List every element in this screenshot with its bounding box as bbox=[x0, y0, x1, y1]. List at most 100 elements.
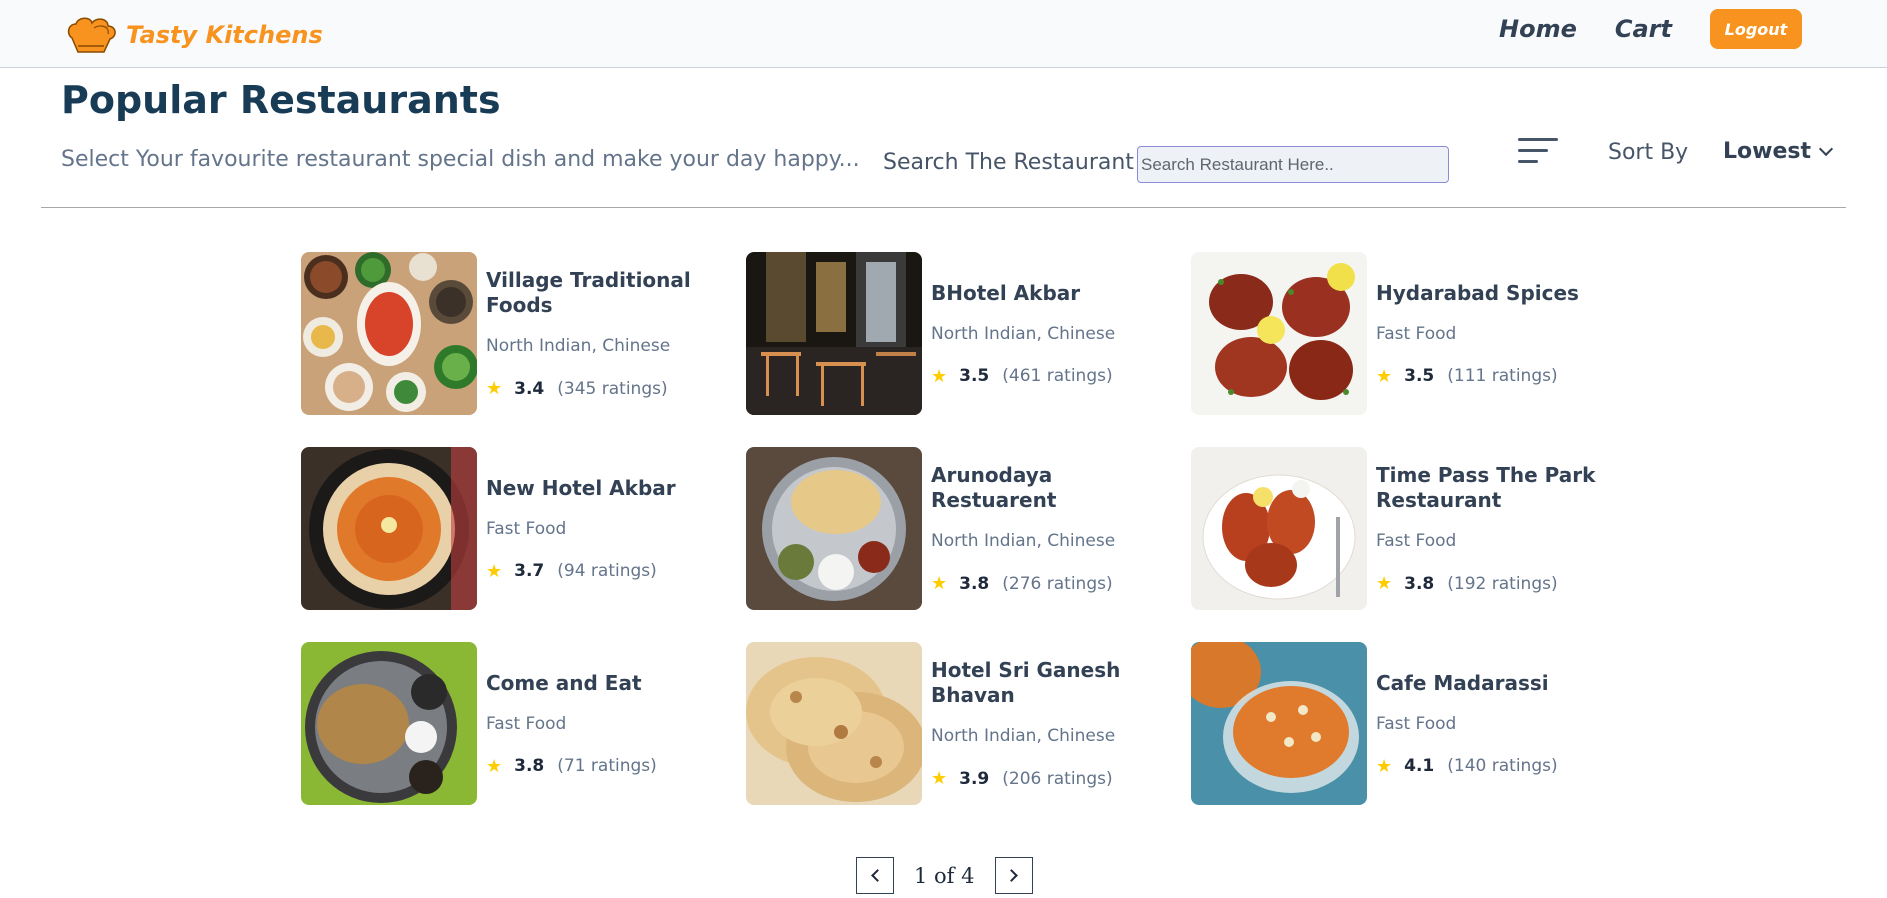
rating-value: 3.5 bbox=[1404, 366, 1435, 386]
restaurant-name: Hotel Sri Ganesh Bhavan bbox=[931, 658, 1121, 707]
restaurant-name: Cafe Madarassi bbox=[1376, 670, 1549, 695]
rating-value: 3.9 bbox=[959, 768, 990, 789]
rating-count: (206 ratings) bbox=[1002, 768, 1113, 789]
page-indicator: 1 of 4 bbox=[914, 863, 975, 888]
chevron-left-icon bbox=[870, 869, 884, 882]
star-icon: ★ bbox=[1376, 755, 1393, 777]
restaurant-name: Come and Eat bbox=[486, 670, 642, 695]
brand-logo[interactable]: Tasty Kitchens bbox=[64, 14, 323, 56]
restaurant-info: New Hotel Akbar Fast Food ★ 3.7 (94 rati… bbox=[486, 447, 721, 610]
star-icon: ★ bbox=[931, 768, 948, 789]
restaurant-name: Time Pass The Park Restaurant bbox=[1376, 463, 1596, 512]
restaurant-info: Arunodaya Restuarent North Indian, Chine… bbox=[931, 447, 1166, 610]
restaurant-name: Village Traditional Foods bbox=[486, 268, 691, 317]
restaurant-info: Hydarabad Spices Fast Food ★ 3.5 (111 ra… bbox=[1376, 252, 1611, 415]
rating-count: (192 ratings) bbox=[1447, 573, 1558, 594]
rating-value: 3.8 bbox=[959, 573, 990, 594]
star-icon: ★ bbox=[1376, 573, 1393, 594]
sort-by-label: Sort By bbox=[1608, 140, 1689, 165]
rating-count: (111 ratings) bbox=[1447, 366, 1558, 386]
restaurant-name: BHotel Akbar bbox=[931, 280, 1081, 305]
restaurant-card[interactable]: Cafe Madarassi Fast Food ★ 4.1 (140 rati… bbox=[1191, 642, 1611, 805]
sort-icon[interactable] bbox=[1518, 136, 1560, 166]
nav-links: Home Cart Logout bbox=[1499, 9, 1802, 49]
prev-page-button[interactable] bbox=[856, 857, 894, 894]
chef-hat-icon bbox=[67, 17, 116, 53]
rating-count: (94 ratings) bbox=[557, 561, 657, 581]
rating-count: (461 ratings) bbox=[1002, 366, 1113, 386]
star-icon: ★ bbox=[1376, 365, 1393, 387]
restaurant-image bbox=[301, 447, 477, 610]
rating-value: 3.8 bbox=[1404, 573, 1435, 594]
sort-value: Lowest bbox=[1723, 139, 1811, 164]
restaurant-card[interactable]: Time Pass The Park Restaurant Fast Food … bbox=[1191, 447, 1611, 610]
restaurant-image bbox=[1191, 447, 1367, 610]
restaurant-image bbox=[1191, 252, 1367, 415]
chevron-down-icon bbox=[1818, 141, 1834, 156]
brand-name: Tasty Kitchens bbox=[126, 21, 323, 49]
restaurant-image bbox=[746, 642, 922, 805]
restaurant-name: Hydarabad Spices bbox=[1376, 280, 1579, 305]
restaurant-image bbox=[301, 642, 477, 805]
star-icon: ★ bbox=[486, 560, 503, 582]
restaurant-rating: ★ 4.1 (140 ratings) bbox=[1376, 756, 1611, 777]
rating-value: 3.7 bbox=[514, 561, 545, 581]
restaurant-rating: ★ 3.4 (345 ratings) bbox=[486, 378, 721, 399]
rating-count: (71 ratings) bbox=[557, 756, 657, 776]
star-icon: ★ bbox=[486, 755, 503, 777]
restaurant-cuisine: North Indian, Chinese bbox=[931, 323, 1116, 344]
restaurant-name: Arunodaya Restuarent bbox=[931, 463, 1057, 512]
restaurant-rating: ★ 3.8 (192 ratings) bbox=[1376, 573, 1611, 594]
navbar: Tasty Kitchens Home Cart Logout bbox=[0, 0, 1887, 68]
restaurant-image bbox=[1191, 642, 1367, 805]
restaurant-cuisine: North Indian, Chinese bbox=[931, 531, 1116, 551]
restaurant-info: Time Pass The Park Restaurant Fast Food … bbox=[1376, 447, 1611, 610]
restaurant-rating: ★ 3.7 (94 ratings) bbox=[486, 561, 721, 582]
restaurant-card[interactable]: Come and Eat Fast Food ★ 3.8 (71 ratings… bbox=[301, 642, 721, 805]
rating-count: (345 ratings) bbox=[557, 378, 668, 399]
restaurant-image bbox=[301, 252, 477, 415]
rating-count: (276 ratings) bbox=[1002, 573, 1113, 594]
restaurant-info: Village Traditional Foods North Indian, … bbox=[486, 252, 721, 415]
chevron-right-icon bbox=[1005, 869, 1018, 882]
restaurant-cuisine: Fast Food bbox=[486, 713, 567, 734]
nav-cart-link[interactable]: Cart bbox=[1615, 15, 1672, 43]
next-page-button[interactable] bbox=[994, 857, 1033, 894]
search-label: Search The Restaurant bbox=[883, 150, 1134, 175]
restaurant-cuisine: North Indian, Chinese bbox=[931, 726, 1116, 746]
restaurant-info: BHotel Akbar North Indian, Chinese ★ 3.5… bbox=[931, 252, 1166, 415]
restaurant-card[interactable]: Village Traditional Foods North Indian, … bbox=[301, 252, 721, 415]
search-input[interactable] bbox=[1137, 146, 1449, 183]
restaurant-cuisine: Fast Food bbox=[1376, 713, 1457, 734]
restaurant-name: New Hotel Akbar bbox=[486, 475, 676, 500]
restaurant-cuisine: Fast Food bbox=[1376, 531, 1457, 551]
restaurant-info: Come and Eat Fast Food ★ 3.8 (71 ratings… bbox=[486, 642, 721, 805]
restaurant-rating: ★ 3.5 (111 ratings) bbox=[1376, 366, 1611, 387]
restaurant-image bbox=[746, 447, 922, 610]
logout-button[interactable]: Logout bbox=[1710, 9, 1802, 49]
rating-value: 3.5 bbox=[959, 366, 990, 386]
page-description: Select Your favourite restaurant special… bbox=[61, 147, 860, 172]
nav-home-link[interactable]: Home bbox=[1499, 15, 1577, 43]
sort-select[interactable]: Lowest bbox=[1723, 139, 1834, 164]
restaurant-card[interactable]: Hotel Sri Ganesh Bhavan North Indian, Ch… bbox=[746, 642, 1166, 805]
restaurant-card[interactable]: New Hotel Akbar Fast Food ★ 3.7 (94 rati… bbox=[301, 447, 721, 610]
restaurant-cuisine: North Indian, Chinese bbox=[486, 336, 671, 356]
restaurant-card[interactable]: Hydarabad Spices Fast Food ★ 3.5 (111 ra… bbox=[1191, 252, 1611, 415]
pagination: 1 of 4 bbox=[856, 857, 1033, 894]
restaurant-card[interactable]: BHotel Akbar North Indian, Chinese ★ 3.5… bbox=[746, 252, 1166, 415]
star-icon: ★ bbox=[486, 378, 503, 399]
restaurant-rating: ★ 3.8 (71 ratings) bbox=[486, 756, 721, 777]
restaurant-rating: ★ 3.8 (276 ratings) bbox=[931, 573, 1166, 594]
restaurant-card[interactable]: Arunodaya Restuarent North Indian, Chine… bbox=[746, 447, 1166, 610]
rating-value: 3.4 bbox=[514, 378, 545, 399]
rating-value: 3.8 bbox=[514, 756, 545, 776]
restaurant-info: Hotel Sri Ganesh Bhavan North Indian, Ch… bbox=[931, 642, 1166, 805]
star-icon: ★ bbox=[931, 365, 948, 387]
restaurant-cuisine: Fast Food bbox=[1376, 323, 1457, 344]
star-icon: ★ bbox=[931, 573, 948, 594]
divider bbox=[41, 207, 1846, 208]
page-title: Popular Restaurants bbox=[61, 78, 501, 122]
restaurant-cuisine: Fast Food bbox=[486, 518, 567, 539]
restaurant-image bbox=[746, 252, 922, 415]
